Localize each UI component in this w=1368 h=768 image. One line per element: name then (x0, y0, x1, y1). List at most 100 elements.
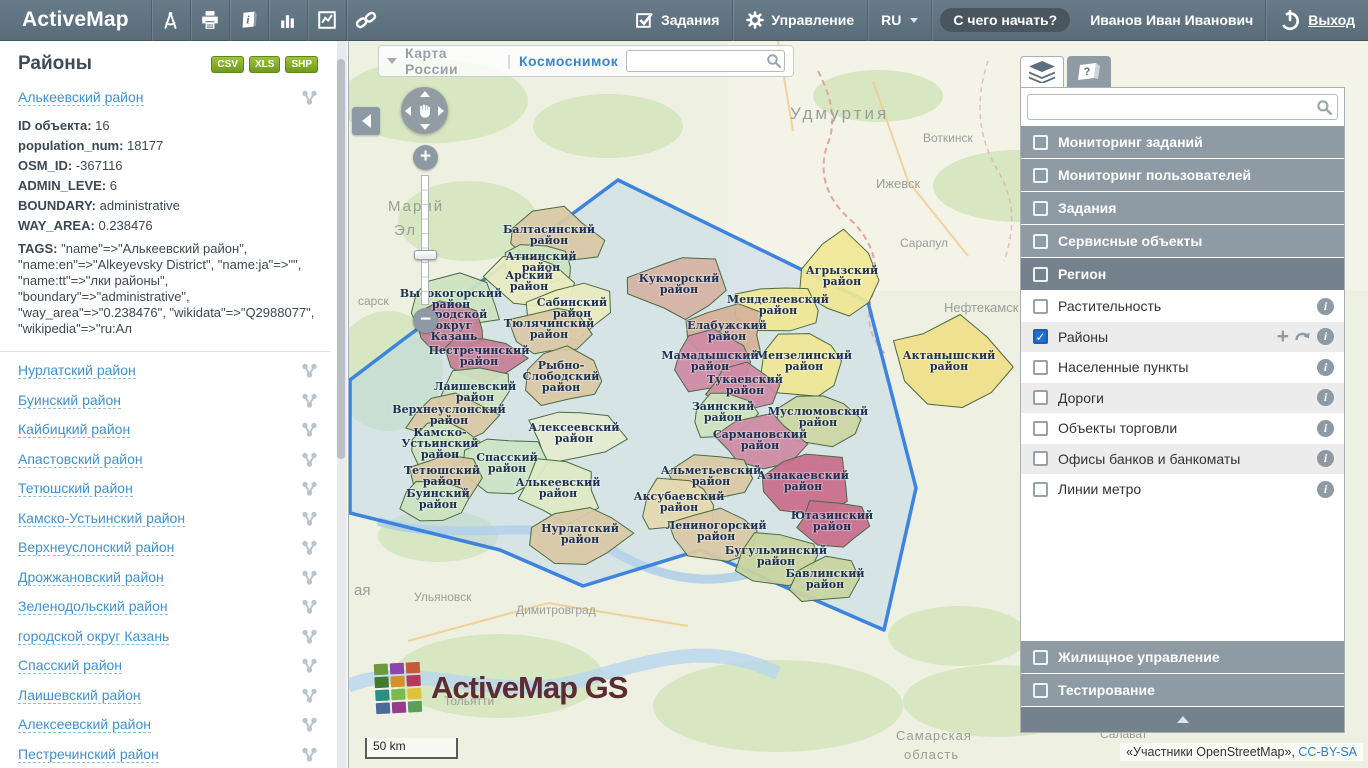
info-icon[interactable]: i (1317, 328, 1334, 345)
export-shp-button[interactable]: SHP (285, 56, 318, 73)
share-icon[interactable] (301, 598, 318, 615)
share-icon[interactable] (301, 687, 318, 704)
admin-menu-button[interactable]: Управление (733, 0, 867, 41)
chevron-down-icon[interactable] (387, 58, 397, 64)
layers-panel-collapse[interactable] (1021, 707, 1344, 732)
group-checkbox[interactable] (1033, 201, 1048, 216)
share-icon[interactable] (301, 746, 318, 763)
export-xls-button[interactable]: XLS (249, 56, 280, 73)
pan-right-arrow[interactable] (438, 106, 444, 116)
zoom-slider[interactable] (421, 175, 429, 305)
layer-checkbox[interactable] (1033, 482, 1048, 497)
basemap-alternate[interactable]: Космоснимок (519, 53, 618, 69)
info-icon[interactable]: i (1317, 420, 1334, 437)
selected-feature-link[interactable]: Алькеевский район (18, 89, 144, 106)
layer-checkbox[interactable] (1033, 390, 1048, 405)
layer-checkbox[interactable]: ✓ (1033, 329, 1048, 344)
zoom-slider-handle[interactable] (414, 250, 437, 260)
search-icon[interactable] (766, 53, 782, 74)
share-icon[interactable] (301, 657, 318, 674)
district-link[interactable]: Кайбицкий район (18, 421, 130, 438)
info-icon[interactable]: i (1317, 389, 1334, 406)
layer-group-row[interactable]: Мониторинг пользователей (1021, 159, 1344, 192)
refresh-arrow-icon[interactable] (1295, 329, 1311, 345)
district-link[interactable]: городской округ Казань (18, 628, 169, 645)
tasks-menu-button[interactable]: Задания (622, 0, 732, 41)
group-checkbox[interactable] (1033, 650, 1048, 665)
scrollbar-thumb[interactable] (337, 59, 345, 459)
print-icon[interactable] (191, 0, 229, 41)
layer-row[interactable]: Офисы банков и банкоматыi (1021, 444, 1344, 475)
info-icon[interactable]: i (1317, 298, 1334, 315)
pan-left-arrow[interactable] (405, 106, 411, 116)
zoom-in-button[interactable]: + (413, 145, 438, 170)
share-icon[interactable] (301, 539, 318, 556)
layer-checkbox[interactable] (1033, 360, 1048, 375)
share-icon[interactable] (301, 392, 318, 409)
layer-checkbox[interactable] (1033, 421, 1048, 436)
group-checkbox[interactable] (1033, 135, 1048, 150)
map-pan-control[interactable] (401, 87, 448, 134)
district-link[interactable]: Апастовский район (18, 451, 143, 468)
sidebar-collapse-button[interactable] (352, 107, 380, 135)
group-checkbox[interactable] (1033, 683, 1048, 698)
layer-group-row[interactable]: Регион (1021, 258, 1344, 291)
measure-icon[interactable] (152, 0, 190, 41)
layer-checkbox[interactable] (1033, 451, 1048, 466)
logout-button[interactable]: Выход (1266, 0, 1368, 41)
district-link[interactable]: Буинский район (18, 392, 121, 409)
search-icon[interactable] (1316, 99, 1333, 121)
district-link[interactable]: Тетюшский район (18, 480, 133, 497)
share-icon[interactable] (301, 89, 318, 106)
share-icon[interactable] (301, 569, 318, 586)
layer-row[interactable]: Объекты торговлиi (1021, 413, 1344, 444)
group-checkbox[interactable] (1033, 267, 1048, 282)
stats-icon[interactable] (269, 0, 307, 41)
district-link[interactable]: Зеленодольский район (18, 598, 168, 615)
district-link[interactable]: Камско-Устьинский район (18, 510, 185, 527)
district-link[interactable]: Лаишевский район (18, 687, 141, 704)
basemap-current[interactable]: Карта России (405, 45, 499, 77)
attribution-license-link[interactable]: CC-BY-SA (1298, 745, 1357, 759)
layer-search-input[interactable] (1027, 94, 1338, 120)
tab-layers[interactable] (1020, 56, 1064, 87)
pan-up-arrow[interactable] (420, 91, 430, 97)
layer-group-row[interactable]: Задания (1021, 192, 1344, 225)
layer-row[interactable]: Населенные пунктыi (1021, 352, 1344, 383)
info-icon[interactable]: i (1317, 481, 1334, 498)
district-link[interactable]: Алексеевский район (18, 716, 151, 733)
add-feature-icon[interactable]: + (1277, 329, 1289, 345)
info-icon[interactable]: i (1317, 450, 1334, 467)
layer-group-row[interactable]: Мониторинг заданий (1021, 126, 1344, 159)
district-link[interactable]: Нурлатский район (18, 362, 136, 379)
reports-icon[interactable]: i (230, 0, 268, 41)
tab-help[interactable]: ? (1067, 56, 1111, 87)
layer-group-row[interactable]: Сервисные объекты (1021, 225, 1344, 258)
language-selector[interactable]: RU (868, 0, 931, 41)
district-link[interactable]: Спасский район (18, 657, 122, 674)
group-checkbox[interactable] (1033, 168, 1048, 183)
district-link[interactable]: Пестречинский район (18, 746, 159, 763)
current-user-name[interactable]: Иванов Иван Иванович (1078, 12, 1265, 28)
layer-checkbox[interactable] (1033, 299, 1048, 314)
link-icon[interactable] (347, 0, 385, 41)
charts-icon[interactable] (308, 0, 346, 41)
layer-row[interactable]: ✓Районы+i (1021, 322, 1344, 353)
zoom-out-button[interactable]: − (413, 308, 438, 333)
group-checkbox[interactable] (1033, 234, 1048, 249)
share-icon[interactable] (301, 510, 318, 527)
share-icon[interactable] (301, 716, 318, 733)
map-search-input[interactable] (626, 50, 785, 72)
district-link[interactable]: Дрожжановский район (18, 569, 164, 586)
share-icon[interactable] (301, 480, 318, 497)
share-icon[interactable] (301, 628, 318, 645)
layer-row[interactable]: Дорогиi (1021, 383, 1344, 414)
layer-group-row[interactable]: Тестирование (1021, 674, 1344, 707)
layer-group-row[interactable]: Жилищное управление (1021, 641, 1344, 674)
getting-started-button[interactable]: С чего начать? (940, 8, 1070, 32)
layer-row[interactable]: Линии метроi (1021, 474, 1344, 505)
district-link[interactable]: Верхнеуслонский район (18, 539, 174, 556)
share-icon[interactable] (301, 362, 318, 379)
pan-down-arrow[interactable] (420, 124, 430, 130)
share-icon[interactable] (301, 451, 318, 468)
